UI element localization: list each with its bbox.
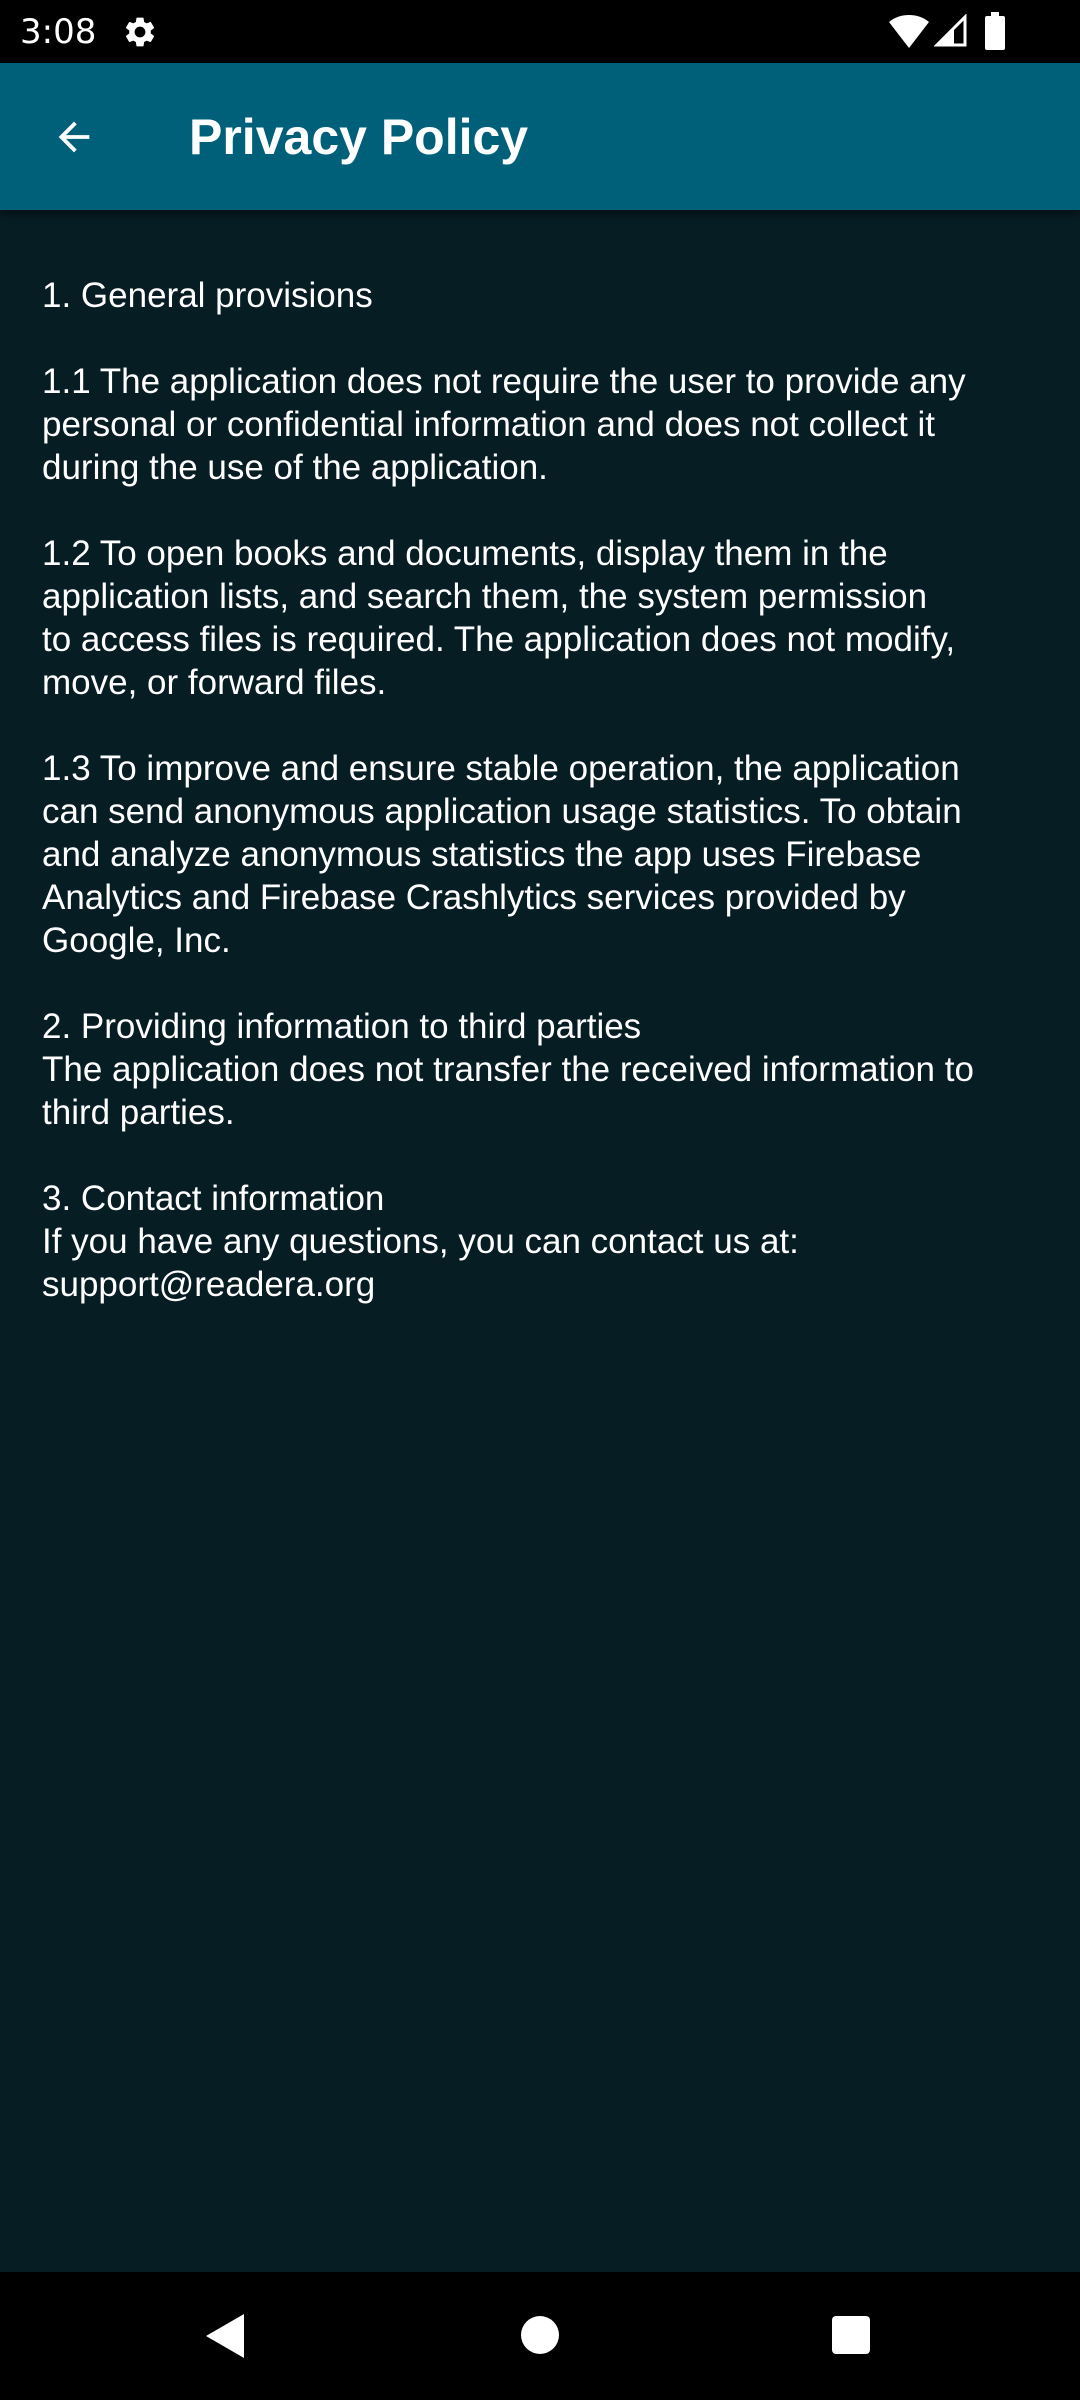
policy-content: 1. General provisions 1.1 The applicatio… [42,274,1052,1349]
policy-text-line: 1.2 To open books and documents, display… [42,534,888,573]
arrow-left-icon [58,121,90,153]
policy-text-line: to access files is required. The applica… [42,620,956,659]
policy-text-line: The application does not transfer the re… [42,1050,974,1089]
policy-text-line: Google, Inc. [42,921,231,960]
policy-text-line: Analytics and Firebase Crashlytics servi… [42,878,906,917]
policy-text-line: third parties. [42,1093,235,1132]
page-title: Privacy Policy [189,109,529,165]
section-general-provisions: 1. General provisions [42,274,1052,317]
section-1-3: 1.3 To improve and ensure stable operati… [42,747,1052,962]
back-button[interactable] [36,99,112,175]
battery-icon [985,12,1005,50]
policy-text-line: during the use of the application. [42,448,548,487]
signal-icon [934,14,967,47]
policy-text-line: 3. Contact information [42,1179,385,1218]
policy-text-line: can send anonymous application usage sta… [42,792,962,831]
policy-text-line: 1. General provisions [42,276,373,315]
policy-text-line: personal or confidential information and… [42,405,936,444]
policy-text-line: 2. Providing information to third partie… [42,1007,642,1046]
policy-text-line: 1.1 The application does not require the… [42,362,966,401]
policy-text-line: application lists, and search them, the … [42,577,928,616]
policy-text-line: 1.3 To improve and ensure stable operati… [42,749,960,788]
navigation-bar [0,2272,1080,2400]
section-1-2: 1.2 To open books and documents, display… [42,532,1052,704]
status-bar: 3:08 [0,0,1080,63]
app-bar: Privacy Policy [0,63,1080,210]
nav-home-icon[interactable] [521,2316,559,2354]
section-contact-information: 3. Contact information If you have any q… [42,1177,1052,1306]
policy-text-line: If you have any questions, you can conta… [42,1222,799,1261]
nav-recents-icon[interactable] [832,2316,870,2354]
status-time: 3:08 [20,12,97,52]
policy-text-line: move, or forward files. [42,663,387,702]
wifi-icon [889,15,929,48]
nav-back-icon[interactable] [204,2312,248,2360]
policy-text-line: and analyze anonymous statistics the app… [42,835,922,874]
gear-icon [125,17,155,47]
support-email-link[interactable]: support@readera.org [42,1263,1052,1306]
section-1-1: 1.1 The application does not require the… [42,360,1052,489]
section-third-parties: 2. Providing information to third partie… [42,1005,1052,1134]
